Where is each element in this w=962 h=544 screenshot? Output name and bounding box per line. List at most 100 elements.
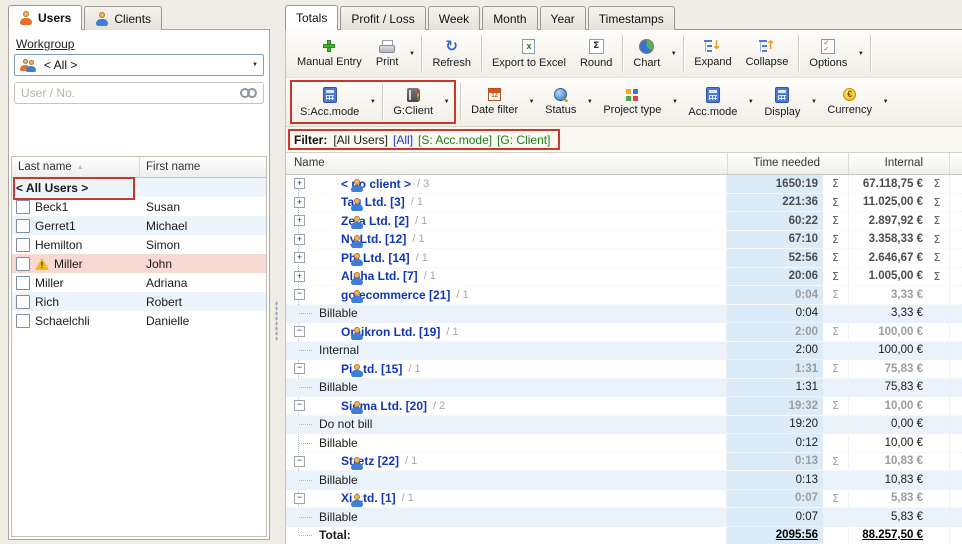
subtype-row-billable[interactable]: Billable0:075,83 € [286,508,962,527]
user-checkbox[interactable] [16,295,30,309]
user-row-schaelchli[interactable]: SchaelchliDanielle [12,311,266,330]
tab-timestamps[interactable]: Timestamps [588,6,675,30]
client-row-no-client[interactable]: < no client >/ 31650:19Σ67.118,75 €Σ [286,175,962,194]
client-row-sigma-ltd-20[interactable]: Sigma Ltd. [20]/ 219:32Σ10,00 € [286,397,962,416]
tab-users-label: Users [38,11,71,25]
user-row-gerret1[interactable]: Gerret1Michael [12,216,266,235]
user-row-rich[interactable]: RichRobert [12,292,266,311]
expand-toggle[interactable] [294,252,305,263]
tab-users[interactable]: Users [8,5,82,30]
g-client-button[interactable]: G:Client [386,80,440,124]
subtype-row-do-not-bill[interactable]: Do not bill19:200,00 € [286,416,962,435]
total-row[interactable]: Total:2095:5688.257,50 € [286,527,962,544]
time-needed-value: 0:12 [796,437,818,449]
currency-dropdown-arrow[interactable] [879,83,892,121]
column-header-internal[interactable]: Internal [849,153,949,174]
collapse-toggle[interactable] [294,493,305,504]
collapse-toggle[interactable] [294,289,305,300]
acc-mode-dropdown-arrow[interactable] [744,83,757,121]
print-button[interactable]: Print [369,32,406,76]
expand-toggle[interactable] [294,271,305,282]
client-row-alpha-ltd-7[interactable]: Alpha Ltd. [7]/ 120:06Σ1.005,00 €Σ [286,268,962,287]
display-button[interactable]: Display [757,80,807,124]
tab-clients[interactable]: Clients [84,6,162,30]
chevron-down-icon[interactable] [252,62,258,68]
client-row-zeta-ltd-2[interactable]: Zeta Ltd. [2]/ 160:22Σ2.897,92 €Σ [286,212,962,231]
user-checkbox[interactable] [16,200,30,214]
user-row-all-users[interactable]: < All Users > [12,178,266,197]
binoculars-icon[interactable] [240,88,257,98]
client-row-omikron-ltd-19[interactable]: Omikron Ltd. [19]/ 12:00Σ100,00 € [286,323,962,342]
options-button[interactable]: Options [802,32,854,76]
acc-mode-button[interactable]: Acc.mode [681,80,744,124]
client-row-ny-ltd-12[interactable]: Ny Ltd. [12]/ 167:10Σ3.358,33 €Σ [286,231,962,250]
status-button[interactable]: Status [538,80,583,124]
subtype-row-billable[interactable]: Billable1:3175,83 € [286,379,962,398]
column-header-last-name[interactable]: Last name [12,157,140,177]
round-button[interactable]: Round [573,32,619,76]
user-checkbox[interactable] [16,276,30,290]
user-row-miller[interactable]: MillerJohn [12,254,266,273]
column-header-name[interactable]: Name [286,153,727,174]
expand-icon [704,39,721,53]
user-checkbox[interactable] [16,238,30,252]
workgroup-select[interactable]: < All > [14,54,264,76]
client-row-go-ecommerce-21[interactable]: go ecommerce [21]/ 10:04Σ3,33 € [286,286,962,305]
client-row-tau-ltd-3[interactable]: Tau Ltd. [3]/ 1221:36Σ11.025,00 €Σ [286,194,962,213]
subtype-row-billable[interactable]: Billable0:1310,83 € [286,471,962,490]
print-dropdown-arrow[interactable] [405,35,418,73]
manual-entry-button[interactable]: Manual Entry [290,32,369,76]
user-checkbox[interactable] [16,219,30,233]
expand-toggle[interactable] [294,215,305,226]
options-dropdown-arrow[interactable] [854,35,867,73]
refresh-button[interactable]: Refresh [425,32,478,76]
client-row-stretz-22[interactable]: Stretz [22]/ 10:13Σ10,83 € [286,453,962,472]
chart-button[interactable]: Chart [626,32,667,76]
internal-value: 5,83 € [891,492,923,504]
date-filter-dropdown-arrow[interactable] [525,83,538,121]
currency-button[interactable]: Currency [820,80,879,124]
project-type-dropdown-arrow[interactable] [668,83,681,121]
collapse-toggle[interactable] [294,400,305,411]
expand-toggle[interactable] [294,178,305,189]
tab-month[interactable]: Month [482,6,537,30]
expand-toggle[interactable] [294,197,305,208]
client-row-xi-ltd-1[interactable]: Xi Ltd. [1]/ 10:07Σ5,83 € [286,490,962,509]
collapse-toggle[interactable] [294,363,305,374]
chart-dropdown-arrow[interactable] [667,35,680,73]
collapse-button[interactable]: Collapse [739,32,796,76]
column-header-time-needed[interactable]: Time needed [727,153,849,174]
user-checkbox[interactable] [16,257,30,271]
column-header-first-name[interactable]: First name [140,157,266,177]
expand-button[interactable]: Expand [687,32,738,76]
subtype-row-billable[interactable]: Billable0:043,33 € [286,305,962,324]
collapse-toggle[interactable] [294,326,305,337]
user-row-beck1[interactable]: Beck1Susan [12,197,266,216]
panel-splitter[interactable] [270,5,285,544]
tab-profit-loss[interactable]: Profit / Loss [340,6,425,30]
tab-year[interactable]: Year [540,6,586,30]
expand-toggle[interactable] [294,234,305,245]
subtype-row-internal[interactable]: Internal2:00100,00 € [286,342,962,361]
g-client-dropdown-arrow[interactable] [440,83,453,121]
export-to-excel-button[interactable]: Export to Excel [485,32,573,76]
client-row-pi-ltd-15[interactable]: Pi Ltd. [15]/ 11:31Σ75,83 € [286,360,962,379]
user-checkbox[interactable] [16,314,30,328]
toolbar-button-label: Status [545,104,576,116]
user-row-miller[interactable]: MillerAdriana [12,273,266,292]
left-tab-bar: Users Clients [8,5,164,30]
display-dropdown-arrow[interactable] [807,83,820,121]
project-type-button[interactable]: Project type [596,80,668,124]
s-acc-mode-dropdown-arrow[interactable] [366,83,379,121]
s-acc-mode-button[interactable]: S:Acc.mode [293,80,366,124]
status-dropdown-arrow[interactable] [583,83,596,121]
subtype-row-billable[interactable]: Billable0:1210,00 € [286,434,962,453]
tab-week[interactable]: Week [428,6,480,30]
collapse-toggle[interactable] [294,456,305,467]
user-search-field[interactable]: User / No. [14,82,264,104]
client-row-phi-ltd-14[interactable]: Phi Ltd. [14]/ 152:56Σ2.646,67 €Σ [286,249,962,268]
date-filter-button[interactable]: Date filter [464,80,525,124]
user-row-hemilton[interactable]: HemiltonSimon [12,235,266,254]
tab-totals[interactable]: Totals [285,5,338,30]
internal-value: 10,83 € [885,474,923,486]
